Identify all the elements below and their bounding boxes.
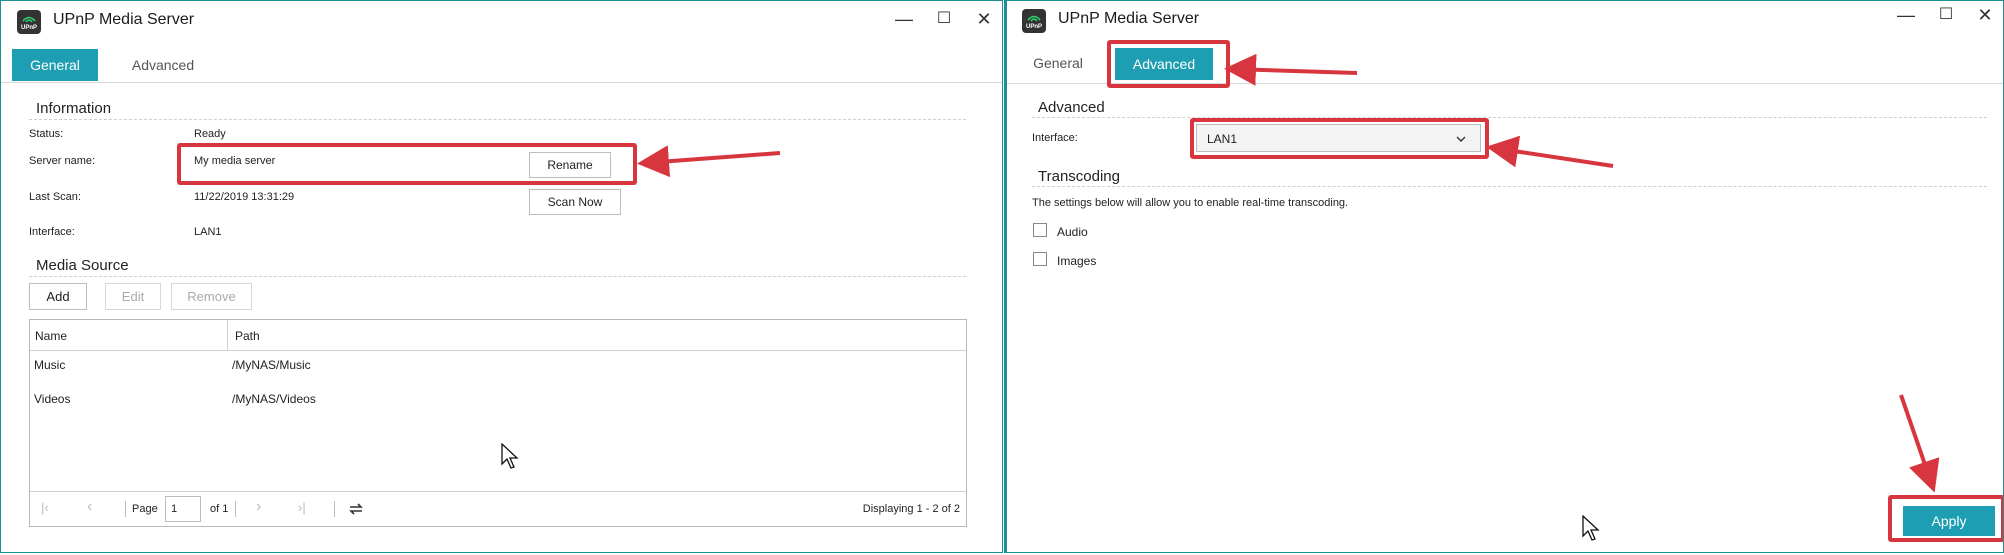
images-checkbox[interactable] xyxy=(1033,252,1047,266)
row-path: /MyNAS/Music xyxy=(232,358,311,372)
last-scan-value: 11/22/2019 13:31:29 xyxy=(194,191,295,203)
wifi-icon xyxy=(1027,15,1041,22)
row-path: /MyNAS/Videos xyxy=(232,392,316,406)
interface-select-highlight xyxy=(1190,118,1489,159)
status-value: Ready xyxy=(194,128,226,140)
mouse-cursor-icon xyxy=(1582,515,1600,541)
maximize-button[interactable]: ☐ xyxy=(929,7,959,31)
section-divider xyxy=(1032,186,1987,187)
right-window: UPnP UPnP Media Server — ☐ ✕ General Adv… xyxy=(1004,0,2004,553)
pager-divider xyxy=(235,501,236,517)
scan-now-button[interactable]: Scan Now xyxy=(529,189,621,215)
titlebar: UPnP UPnP Media Server — ☐ ✕ xyxy=(1007,1,2003,41)
displaying-count: Displaying 1 - 2 of 2 xyxy=(862,503,960,515)
advanced-heading: Advanced xyxy=(1038,99,1105,116)
close-button[interactable]: ✕ xyxy=(969,7,999,31)
column-divider xyxy=(227,320,228,350)
apply-button-highlight xyxy=(1888,495,2003,542)
page-label: Page xyxy=(132,503,158,515)
section-divider xyxy=(29,119,966,120)
close-button[interactable]: ✕ xyxy=(1970,3,2000,27)
last-scan-label: Last Scan: xyxy=(29,191,81,203)
page-number-input[interactable]: 1 xyxy=(165,496,201,522)
edit-button[interactable]: Edit xyxy=(105,283,161,310)
add-button[interactable]: Add xyxy=(29,283,87,310)
information-heading: Information xyxy=(36,100,112,117)
column-header-name[interactable]: Name xyxy=(35,329,67,343)
interface-value: LAN1 xyxy=(194,226,222,238)
next-page-icon[interactable]: › xyxy=(256,498,261,516)
table-row[interactable]: Videos /MyNAS/Videos xyxy=(30,392,966,422)
audio-label: Audio xyxy=(1057,225,1088,239)
tab-advanced[interactable]: Advanced xyxy=(118,49,208,81)
row-name: Videos xyxy=(34,392,71,406)
window-title: UPnP Media Server xyxy=(53,11,195,28)
advanced-tab-highlight xyxy=(1107,40,1230,88)
row-name: Music xyxy=(34,358,66,372)
tab-divider xyxy=(1,82,1002,83)
column-header-path[interactable]: Path xyxy=(235,329,260,343)
app-icon-label: UPnP xyxy=(1025,24,1042,30)
server-name-label: Server name: xyxy=(29,155,96,167)
tab-general[interactable]: General xyxy=(12,49,98,81)
pager-divider xyxy=(125,501,126,517)
table-row[interactable]: Music /MyNAS/Music xyxy=(30,358,966,388)
prev-page-icon[interactable]: ‹ xyxy=(87,498,92,516)
upnp-app-icon: UPnP xyxy=(17,10,41,34)
minimize-button[interactable]: — xyxy=(1891,3,1921,27)
table-pager: |‹ ‹ Page 1 of 1 › ›| Displaying 1 - 2 o… xyxy=(30,491,966,526)
images-label: Images xyxy=(1057,254,1097,268)
pager-divider xyxy=(334,501,335,517)
left-window: UPnP UPnP Media Server — ☐ ✕ General Adv… xyxy=(0,0,1003,553)
upnp-app-icon: UPnP xyxy=(1022,9,1046,33)
last-page-icon[interactable]: ›| xyxy=(298,500,306,515)
titlebar: UPnP UPnP Media Server — ☐ ✕ xyxy=(1,1,1002,41)
section-divider xyxy=(1032,117,1987,118)
table-header: Name Path xyxy=(30,320,966,351)
page-of-label: of 1 xyxy=(210,503,229,515)
transcoding-description: The settings below will allow you to ena… xyxy=(1032,197,1349,209)
maximize-button[interactable]: ☐ xyxy=(1931,3,1961,27)
transcoding-heading: Transcoding xyxy=(1038,168,1120,185)
wifi-icon xyxy=(22,16,36,23)
window-title: UPnP Media Server xyxy=(1058,10,1200,27)
server-name-highlight xyxy=(177,143,637,185)
tab-general[interactable]: General xyxy=(1018,47,1098,79)
remove-button[interactable]: Remove xyxy=(171,283,252,310)
interface-label: Interface: xyxy=(1032,132,1078,144)
app-icon-label: UPnP xyxy=(20,25,37,31)
mouse-cursor-icon xyxy=(501,443,519,469)
status-label: Status: xyxy=(29,128,64,140)
interface-label: Interface: xyxy=(29,226,75,238)
audio-checkbox[interactable] xyxy=(1033,223,1047,237)
minimize-button[interactable]: — xyxy=(889,7,919,31)
media-source-table: Name Path Music /MyNAS/Music Videos /MyN… xyxy=(29,319,967,527)
refresh-icon[interactable] xyxy=(348,501,364,517)
section-divider xyxy=(29,276,966,277)
media-source-heading: Media Source xyxy=(36,257,129,274)
first-page-icon[interactable]: |‹ xyxy=(41,500,49,515)
